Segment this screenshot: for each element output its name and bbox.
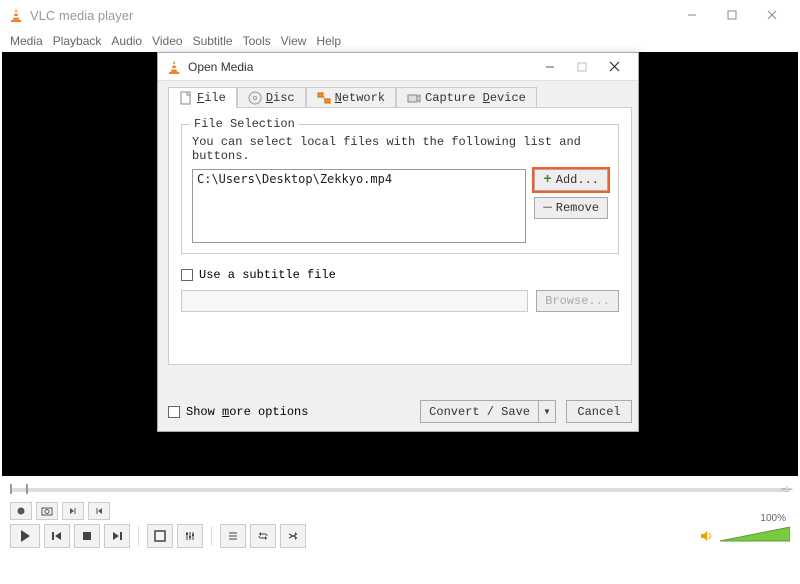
file-icon — [179, 91, 193, 105]
window-controls — [672, 2, 792, 28]
menu-media[interactable]: Media — [10, 34, 43, 48]
main-window-titlebar: VLC media player — [0, 0, 800, 30]
show-more-label: Show more options — [186, 405, 308, 419]
tab-file-label: File — [197, 91, 226, 105]
seekbar[interactable]: --:-- — [10, 482, 790, 498]
shuffle-button[interactable] — [280, 524, 306, 548]
fullscreen-button[interactable] — [147, 524, 173, 548]
file-selection-text: You can select local files with the foll… — [192, 135, 608, 163]
play-button[interactable] — [10, 524, 40, 548]
dialog-tabs: File Disc Network Capture Device — [168, 87, 632, 108]
minimize-button[interactable] — [672, 2, 712, 28]
loop-point-b-button[interactable] — [88, 502, 110, 520]
dialog-maximize-button[interactable] — [566, 56, 598, 78]
prev-button[interactable] — [44, 524, 70, 548]
loop-point-a-button[interactable] — [62, 502, 84, 520]
menu-tools[interactable]: Tools — [243, 34, 271, 48]
convert-save-button[interactable]: Convert / Save — [420, 400, 538, 423]
volume-area: 100% — [700, 525, 790, 548]
dialog-close-button[interactable] — [598, 56, 630, 78]
dialog-titlebar: Open Media — [158, 53, 638, 81]
use-subtitle-label: Use a subtitle file — [199, 268, 336, 282]
remove-button[interactable]: —Remove — [534, 197, 608, 219]
dialog-minimize-button[interactable] — [534, 56, 566, 78]
menu-subtitle[interactable]: Subtitle — [193, 34, 233, 48]
use-subtitle-row: Use a subtitle file — [181, 268, 619, 282]
loop-button[interactable] — [250, 524, 276, 548]
dialog-footer: Show more options Convert / Save ▾ Cance… — [168, 400, 632, 423]
open-media-dialog: Open Media File Disc Network Ca — [157, 52, 639, 432]
close-button[interactable] — [752, 2, 792, 28]
tab-network[interactable]: Network — [306, 87, 396, 108]
use-subtitle-checkbox[interactable] — [181, 269, 193, 281]
next-button[interactable] — [104, 524, 130, 548]
menu-video[interactable]: Video — [152, 34, 182, 48]
tab-disc[interactable]: Disc — [237, 87, 306, 108]
subtitle-file-input — [181, 290, 528, 312]
seek-track[interactable] — [10, 488, 790, 492]
file-list-item[interactable]: C:\Users\Desktop\Zekkyo.mp4 — [197, 172, 521, 186]
playlist-button[interactable] — [220, 524, 246, 548]
add-button[interactable]: +Add... — [534, 169, 608, 191]
file-selection-fieldset: File Selection You can select local file… — [181, 124, 619, 254]
volume-slider[interactable] — [720, 525, 790, 545]
tab-capture[interactable]: Capture Device — [396, 87, 537, 108]
menu-audio[interactable]: Audio — [111, 34, 142, 48]
tab-capture-label: Capture Device — [425, 91, 526, 105]
minus-icon: — — [543, 201, 551, 215]
tab-network-label: Network — [335, 91, 385, 105]
plus-icon: + — [543, 173, 551, 187]
tab-disc-label: Disc — [266, 91, 295, 105]
maximize-button[interactable] — [712, 2, 752, 28]
snapshot-button[interactable] — [36, 502, 58, 520]
convert-save-splitbutton[interactable]: Convert / Save ▾ — [420, 400, 556, 423]
show-more-checkbox[interactable] — [168, 406, 180, 418]
vlc-cone-icon — [166, 59, 182, 75]
disc-icon — [248, 91, 262, 105]
tab-file[interactable]: File — [168, 87, 237, 108]
network-icon — [317, 91, 331, 105]
cancel-button[interactable]: Cancel — [566, 400, 632, 423]
menubar: Media Playback Audio Video Subtitle Tool… — [0, 30, 800, 52]
main-window-title: VLC media player — [30, 8, 133, 23]
seek-handle-left[interactable] — [10, 484, 28, 494]
seek-handle-right: --:-- — [781, 484, 792, 495]
menu-help[interactable]: Help — [316, 34, 341, 48]
record-button[interactable] — [10, 502, 32, 520]
menu-view[interactable]: View — [281, 34, 307, 48]
stop-button[interactable] — [74, 524, 100, 548]
divider — [138, 526, 139, 546]
browse-button: Browse... — [536, 290, 619, 312]
divider — [211, 526, 212, 546]
tab-body-file: File Selection You can select local file… — [168, 107, 632, 365]
menu-playback[interactable]: Playback — [53, 34, 102, 48]
playback-toolbar: 100% — [10, 524, 790, 548]
video-area: Open Media File Disc Network Ca — [2, 52, 798, 476]
convert-save-dropdown[interactable]: ▾ — [538, 400, 556, 423]
secondary-toolbar — [10, 502, 790, 520]
extended-settings-button[interactable] — [177, 524, 203, 548]
vlc-cone-icon — [8, 7, 24, 23]
file-list[interactable]: C:\Users\Desktop\Zekkyo.mp4 — [192, 169, 526, 243]
speaker-icon[interactable] — [700, 529, 714, 543]
file-selection-legend: File Selection — [190, 117, 299, 131]
dialog-title: Open Media — [188, 60, 253, 74]
capture-icon — [407, 91, 421, 105]
volume-label: 100% — [760, 513, 786, 524]
